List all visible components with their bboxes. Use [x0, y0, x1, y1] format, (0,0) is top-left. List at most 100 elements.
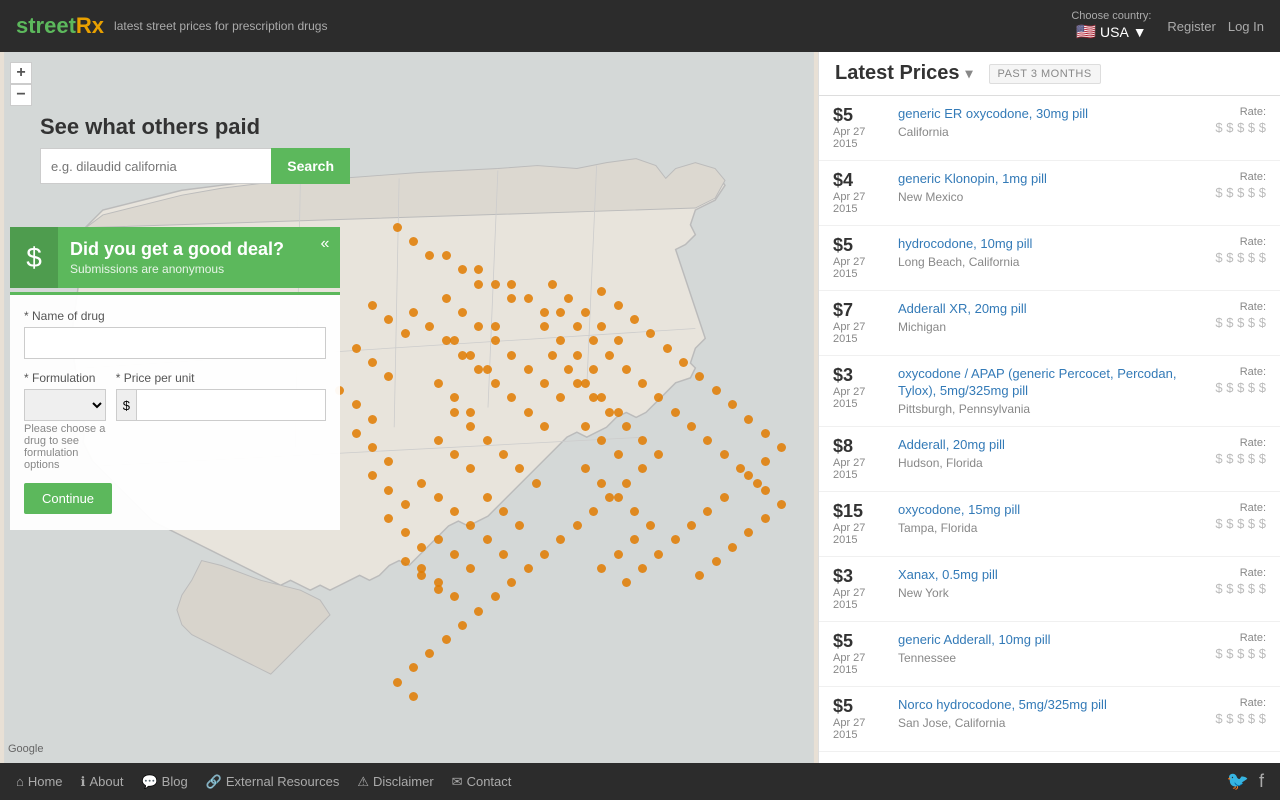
map-dot: [638, 564, 647, 573]
search-input[interactable]: [40, 148, 271, 184]
deal-close-button[interactable]: «: [310, 227, 340, 288]
drug-name-link[interactable]: generic ER oxycodone, 30mg pill: [898, 106, 1215, 123]
footer-about-link[interactable]: ℹ About: [81, 774, 124, 790]
footer-external-link[interactable]: 🔗 External Resources: [206, 774, 340, 790]
map-dot: [671, 408, 680, 417]
price-item[interactable]: $7 Apr 272015 Adderall XR, 20mg pill Mic…: [819, 291, 1280, 356]
footer-disclaimer-label: Disclaimer: [373, 774, 434, 789]
price-date-text: Apr 272015: [833, 717, 898, 741]
price-rate: Rate: $ $ $ $ $: [1215, 567, 1266, 596]
price-date-text: Apr 272015: [833, 522, 898, 546]
price-amount: $4: [833, 171, 898, 189]
map-dot: [720, 450, 729, 459]
country-selector[interactable]: Choose country: 🇺🇸 USA ▼: [1071, 10, 1151, 42]
price-item[interactable]: $5 Apr 272015 hydrocodone, 10mg pill Lon…: [819, 226, 1280, 291]
map-dot: [753, 479, 762, 488]
price-amount: $5: [833, 632, 898, 650]
price-item[interactable]: $8 Apr 272015 Adderall, 20mg pill Hudson…: [819, 427, 1280, 492]
drug-name-link[interactable]: oxycodone / APAP (generic Percocet, Perc…: [898, 366, 1215, 400]
price-date: $5 Apr 272015: [833, 106, 898, 150]
price-date: $5 Apr 272015: [833, 632, 898, 676]
map-dot: [548, 351, 557, 360]
map-header-panel: See what others paid Search: [40, 62, 350, 184]
latest-prices-dropdown[interactable]: Latest Prices ▾: [835, 62, 973, 85]
drug-name-link[interactable]: Adderall, 20mg pill: [898, 437, 1215, 454]
drug-name-link[interactable]: hydrocodone, 10mg pill: [898, 236, 1215, 253]
header-right: Choose country: 🇺🇸 USA ▼ Register Log In: [1071, 10, 1264, 42]
price-item[interactable]: $5 Apr 272015 generic Adderall, 10mg pil…: [819, 752, 1280, 763]
drug-name-input[interactable]: [24, 327, 326, 359]
map-dot: [442, 251, 451, 260]
map-dot: [532, 479, 541, 488]
drug-name-link[interactable]: generic Adderall, 10mg pill: [898, 632, 1215, 649]
footer-home-link[interactable]: ⌂ Home: [16, 774, 63, 789]
price-info: generic Adderall, 10mg pill Tennessee: [898, 632, 1215, 665]
rate-label: Rate:: [1215, 366, 1266, 378]
footer-blog-link[interactable]: 💬 Blog: [141, 774, 187, 790]
footer-contact-label: Contact: [467, 774, 512, 789]
price-item[interactable]: $3 Apr 272015 oxycodone / APAP (generic …: [819, 356, 1280, 427]
drug-name-link[interactable]: oxycodone, 15mg pill: [898, 502, 1215, 519]
country-name: USA: [1100, 24, 1129, 40]
country-button[interactable]: 🇺🇸 USA ▼: [1076, 22, 1147, 42]
facebook-icon[interactable]: f: [1259, 771, 1264, 792]
map-dot: [524, 408, 533, 417]
formulation-select[interactable]: [24, 389, 106, 421]
price-label: * Price per unit: [116, 371, 326, 385]
map-dot: [622, 578, 631, 587]
search-button[interactable]: Search: [271, 148, 350, 184]
warning-icon: ⚠: [357, 774, 369, 790]
map-dot: [483, 365, 492, 374]
map-dot: [417, 479, 426, 488]
zoom-in-button[interactable]: +: [10, 62, 32, 84]
price-item[interactable]: $4 Apr 272015 generic Klonopin, 1mg pill…: [819, 161, 1280, 226]
logo-rx: Rx: [76, 13, 104, 38]
drug-name-link[interactable]: Adderall XR, 20mg pill: [898, 301, 1215, 318]
price-item[interactable]: $3 Apr 272015 Xanax, 0.5mg pill New York…: [819, 557, 1280, 622]
rate-label: Rate:: [1215, 236, 1266, 248]
map-dot: [581, 308, 590, 317]
submission-form: * Name of drug * Formulation Please choo…: [10, 292, 340, 530]
map-dot: [614, 493, 623, 502]
price-rate: Rate: $ $ $ $ $: [1215, 502, 1266, 531]
map-dot: [507, 280, 516, 289]
site-logo[interactable]: streetRx: [16, 13, 104, 39]
register-link[interactable]: Register: [1167, 19, 1215, 34]
continue-button[interactable]: Continue: [24, 483, 112, 514]
price-list: $5 Apr 272015 generic ER oxycodone, 30mg…: [819, 96, 1280, 763]
map-dot: [597, 287, 606, 296]
price-item[interactable]: $5 Apr 272015 generic Adderall, 10mg pil…: [819, 622, 1280, 687]
drug-name-link[interactable]: generic Klonopin, 1mg pill: [898, 171, 1215, 188]
footer-contact-link[interactable]: ✉ Contact: [452, 774, 512, 790]
info-icon: ℹ: [81, 774, 86, 790]
twitter-icon[interactable]: 🐦: [1227, 771, 1249, 792]
map-dot: [630, 315, 639, 324]
rate-stars: $ $ $ $ $: [1215, 380, 1266, 395]
home-icon: ⌂: [16, 774, 24, 789]
footer-external-label: External Resources: [226, 774, 339, 789]
price-info: oxycodone, 15mg pill Tampa, Florida: [898, 502, 1215, 535]
login-link[interactable]: Log In: [1228, 19, 1264, 34]
price-rate: Rate: $ $ $ $ $: [1215, 236, 1266, 265]
price-input[interactable]: [137, 390, 325, 420]
drug-name-link[interactable]: Norco hydrocodone, 5mg/325mg pill: [898, 697, 1215, 714]
footer-disclaimer-link[interactable]: ⚠ Disclaimer: [357, 774, 433, 790]
map-dot: [417, 543, 426, 552]
price-item[interactable]: $5 Apr 272015 Norco hydrocodone, 5mg/325…: [819, 687, 1280, 752]
drug-name-link[interactable]: Xanax, 0.5mg pill: [898, 567, 1215, 584]
logo-street: street: [16, 13, 76, 38]
price-item[interactable]: $15 Apr 272015 oxycodone, 15mg pill Tamp…: [819, 492, 1280, 557]
map-dot: [466, 422, 475, 431]
price-rate: Rate: $ $ $ $ $: [1215, 171, 1266, 200]
zoom-out-button[interactable]: −: [10, 84, 32, 106]
right-panel-header: Latest Prices ▾ PAST 3 MONTHS: [819, 52, 1280, 96]
map-dot: [466, 408, 475, 417]
deal-subtitle: Submissions are anonymous: [70, 262, 298, 276]
map-dot: [581, 379, 590, 388]
price-item[interactable]: $5 Apr 272015 generic ER oxycodone, 30mg…: [819, 96, 1280, 161]
price-date-text: Apr 272015: [833, 126, 898, 150]
price-location: Michigan: [898, 320, 1215, 334]
price-input-wrap: $: [116, 389, 326, 421]
latest-prices-title: Latest Prices: [835, 62, 960, 85]
price-rate: Rate: $ $ $ $ $: [1215, 301, 1266, 330]
